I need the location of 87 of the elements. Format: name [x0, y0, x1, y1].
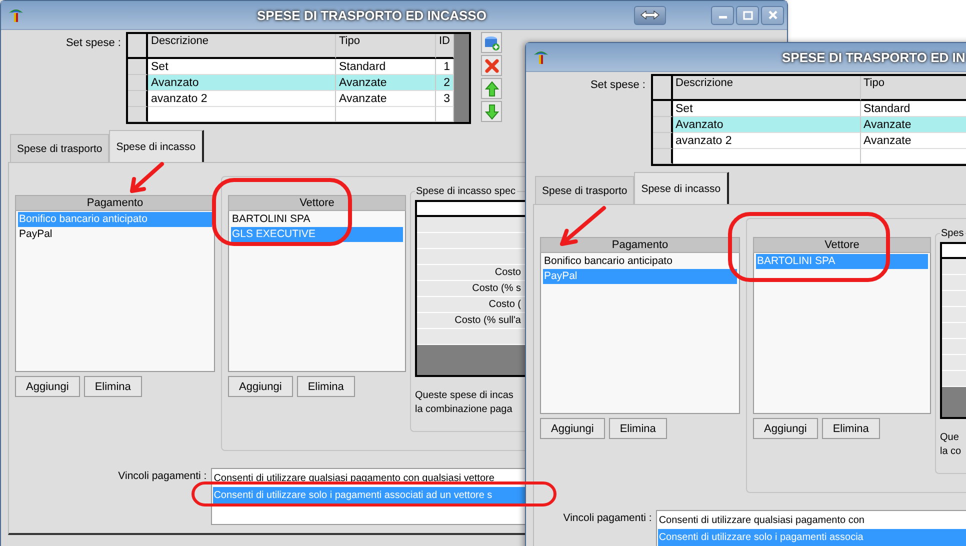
- table-cell[interactable]: Avanzate: [336, 75, 436, 91]
- row-header[interactable]: [128, 59, 148, 75]
- list-header: Pagamento: [540, 237, 740, 253]
- column-header[interactable]: Tipo: [860, 76, 966, 101]
- row-header[interactable]: [128, 75, 148, 91]
- row-header[interactable]: [652, 133, 672, 149]
- minimize-button[interactable]: [711, 6, 734, 24]
- row-header[interactable]: [652, 117, 672, 133]
- list-item[interactable]: PayPal: [18, 227, 212, 242]
- tab[interactable]: Spese di trasporto: [10, 134, 110, 162]
- note-text: Que: [940, 431, 960, 445]
- action-button[interactable]: Aggiungi: [540, 418, 605, 439]
- tab[interactable]: Spese di incasso: [634, 172, 729, 204]
- table-cell[interactable]: Avanzate: [336, 91, 436, 107]
- arrow-down-icon: [484, 104, 498, 120]
- database-add-icon: [484, 34, 500, 50]
- arrow-up-icon: [484, 80, 498, 96]
- action-button[interactable]: Aggiungi: [753, 418, 818, 439]
- pointer-arrow: [130, 162, 164, 193]
- row-header[interactable]: [652, 101, 672, 117]
- resize-button[interactable]: [634, 6, 666, 24]
- window-title: SPESE DI TRASPORTO ED IN: [782, 50, 966, 64]
- row-label: Costo (% s: [471, 282, 521, 296]
- maximize-button[interactable]: [736, 6, 759, 24]
- close-icon: [768, 10, 778, 20]
- row-label: Costo (: [488, 298, 521, 312]
- table-cell[interactable]: avanzato 2: [148, 91, 336, 107]
- list-item[interactable]: BARTOLINI SPA: [231, 212, 403, 227]
- table-cell[interactable]: 3: [436, 91, 454, 107]
- list-header: Vettore: [753, 237, 931, 253]
- tab[interactable]: Spese di trasporto: [535, 176, 634, 204]
- column-header[interactable]: ID: [436, 34, 454, 59]
- double-arrow-icon: [640, 10, 660, 20]
- list-header: Vettore: [228, 195, 406, 211]
- list-item[interactable]: Consenti di utilizzare qualsiasi pagamento con: [658, 512, 966, 529]
- vincoli-label: Vincoli pagamenti :: [562, 511, 653, 526]
- column-header[interactable]: Tipo: [336, 34, 436, 59]
- table-cell[interactable]: [436, 107, 454, 122]
- action-button[interactable]: Elimina: [296, 376, 355, 397]
- set-spese-label: Set spese :: [589, 78, 646, 91]
- table-cell[interactable]: Avanzate: [860, 117, 966, 133]
- column-header[interactable]: Descrizione: [672, 76, 860, 101]
- list-item[interactable]: Bonifico bancario anticipato: [543, 254, 737, 269]
- note-text: la combinazione paga: [415, 403, 514, 417]
- tree-icon: [532, 49, 550, 65]
- delete-button[interactable]: [481, 55, 502, 76]
- move-down-button[interactable]: [481, 101, 502, 122]
- group-title: Spese di incasso spec: [415, 186, 517, 197]
- action-button[interactable]: Aggiungi: [15, 376, 80, 397]
- set-spese-label: Set spese :: [64, 36, 121, 49]
- table-cell[interactable]: avanzato 2: [672, 133, 860, 149]
- action-button[interactable]: Elimina: [84, 376, 142, 397]
- move-up-button[interactable]: [481, 78, 502, 99]
- table-cell[interactable]: Set: [672, 101, 860, 117]
- table-cell[interactable]: Set: [148, 59, 336, 75]
- action-button[interactable]: Aggiungi: [228, 376, 293, 397]
- table-cell[interactable]: [336, 107, 436, 122]
- close-icon: [484, 58, 500, 74]
- list-header: Pagamento: [15, 195, 215, 211]
- table-cell[interactable]: Standard: [336, 59, 436, 75]
- table-cell[interactable]: Avanzato: [148, 75, 336, 91]
- table-cell[interactable]: 2: [436, 75, 454, 91]
- table-cell[interactable]: [148, 107, 336, 122]
- table-cell[interactable]: Standard: [860, 101, 966, 117]
- row-label: Costo: [494, 266, 521, 280]
- row-header[interactable]: [652, 149, 672, 164]
- tree-icon: [7, 7, 25, 23]
- vincoli-label: Vincoli pagamenti :: [117, 469, 208, 484]
- add-set-button[interactable]: [481, 32, 502, 53]
- close-button[interactable]: [761, 6, 784, 24]
- table-cell[interactable]: Avanzato: [672, 117, 860, 133]
- note-text: la co: [940, 445, 962, 459]
- table-cell[interactable]: 1: [436, 59, 454, 75]
- row-header[interactable]: [128, 107, 148, 122]
- group-title: Spes: [940, 228, 965, 239]
- note-text: Queste spese di incas: [415, 389, 514, 403]
- maximize-icon: [742, 10, 752, 20]
- pointer-arrow: [560, 206, 606, 246]
- window-title: SPESE DI TRASPORTO ED INCASSO: [257, 8, 486, 22]
- table-cell[interactable]: Avanzate: [860, 133, 966, 149]
- action-button[interactable]: Elimina: [608, 418, 667, 439]
- row-header[interactable]: [128, 91, 148, 107]
- column-header[interactable]: Descrizione: [148, 34, 336, 59]
- table-cell[interactable]: [672, 149, 860, 164]
- row-label: Costo (% sull'a: [454, 314, 521, 328]
- tab[interactable]: Spese di incasso: [109, 130, 204, 162]
- action-button[interactable]: Elimina: [822, 418, 880, 439]
